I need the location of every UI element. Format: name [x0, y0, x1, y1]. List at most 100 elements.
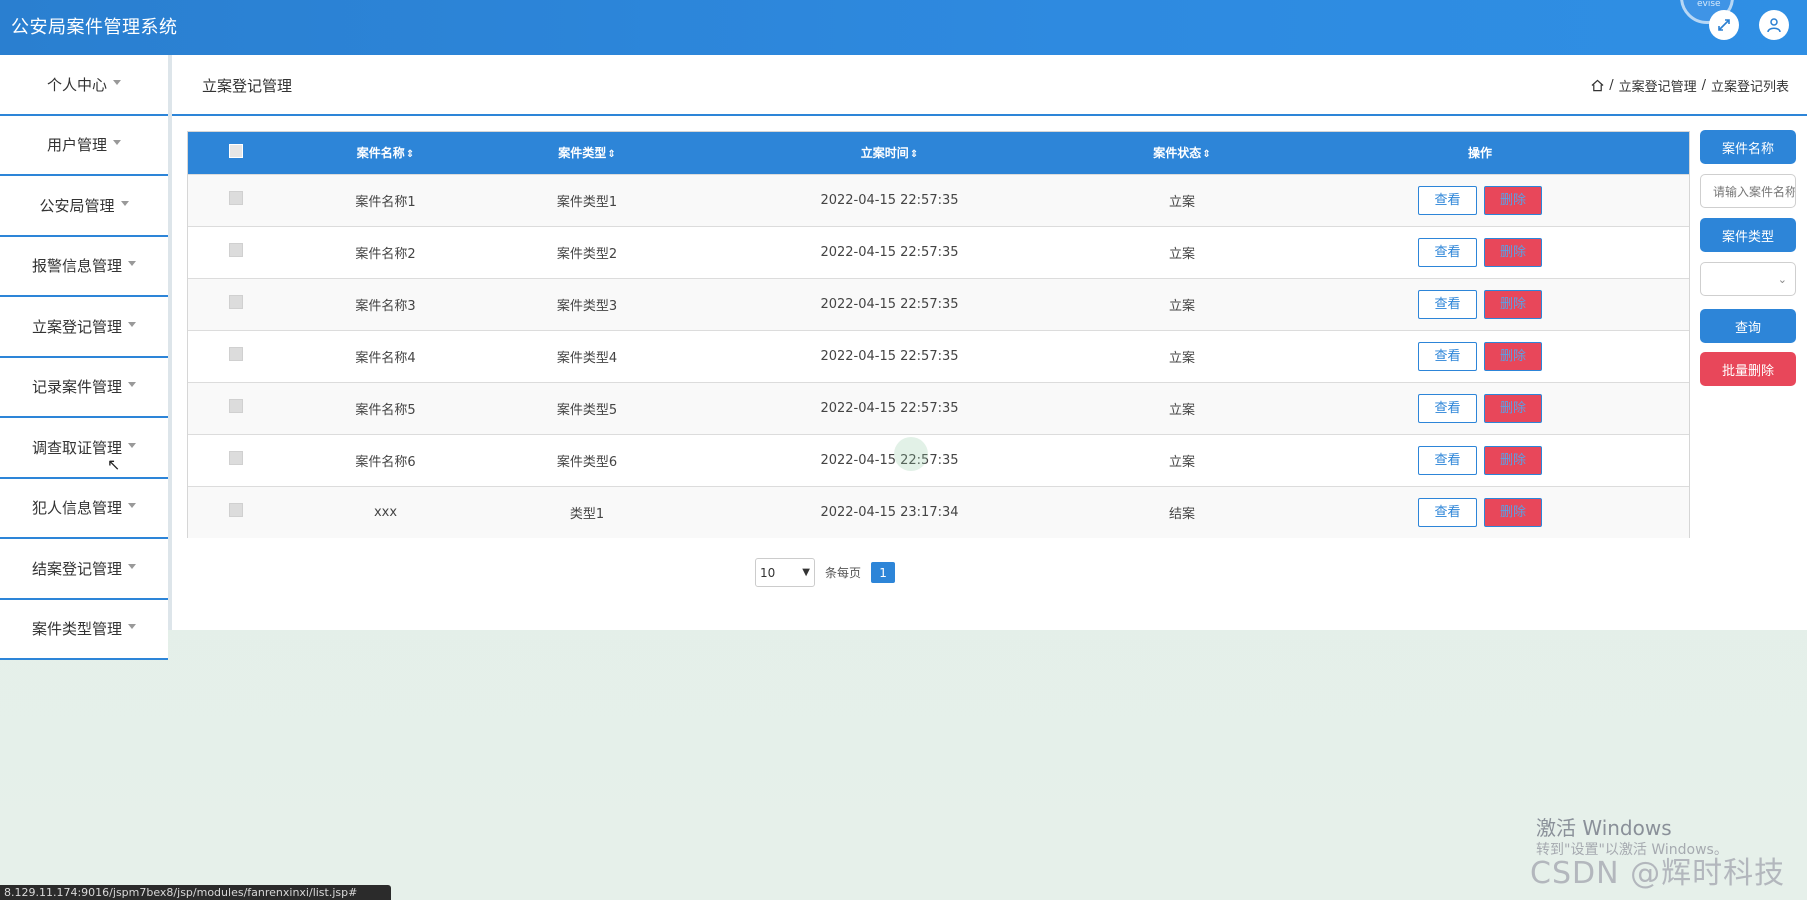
row-checkbox[interactable]: [228, 399, 243, 413]
sort-icon[interactable]: ⇕: [1202, 149, 1210, 160]
table-row: 案件名称6 案件类型6 2022-04-15 22:57:35 立案 查看 删除: [188, 434, 1689, 486]
view-button[interactable]: 查看: [1418, 341, 1477, 371]
sort-icon[interactable]: ⇕: [910, 149, 918, 160]
header-case-time[interactable]: 立案时间⇕: [686, 132, 1093, 174]
header-case-status[interactable]: 案件状态⇕: [1093, 132, 1271, 174]
header-actions: 操作: [1467, 146, 1492, 161]
sidebar-item-label: 报警信息管理: [31, 257, 122, 276]
main-panel: 立案登记管理 / 立案登记管理 / 立案登记列表 案件名称⇕ 案件类型⇕ 立案时…: [172, 55, 1807, 630]
row-checkbox[interactable]: [228, 243, 243, 257]
view-button[interactable]: 查看: [1418, 237, 1477, 267]
cell-case-name: xxx: [373, 504, 398, 520]
table-row: 案件名称4 案件类型4 2022-04-15 22:57:35 立案 查看 删除: [188, 330, 1689, 382]
cell-case-type: 案件类型2: [556, 246, 618, 262]
windows-activation-title: 激活 Windows: [1536, 816, 1672, 840]
delete-button[interactable]: 删除: [1484, 445, 1542, 475]
user-icon[interactable]: [1759, 10, 1789, 40]
page-title: 立案登记管理: [202, 77, 293, 95]
sidebar-item-case-record-management[interactable]: 记录案件管理: [0, 358, 168, 418]
header-select-all[interactable]: [188, 132, 283, 174]
sidebar-item-case-type-management[interactable]: 案件类型管理: [0, 600, 168, 660]
delete-button[interactable]: 删除: [1484, 341, 1542, 371]
table-row: 案件名称2 案件类型2 2022-04-15 22:57:35 立案 查看 删除: [188, 226, 1689, 278]
caret-down-icon: [128, 321, 136, 327]
chevron-down-icon: ⌄: [1777, 273, 1787, 286]
cell-actions: 查看 删除: [1271, 278, 1689, 330]
case-type-label: 案件类型: [1700, 218, 1796, 252]
case-table: 案件名称⇕ 案件类型⇕ 立案时间⇕ 案件状态⇕ 操作 案件名称1 案件类型1 2…: [187, 131, 1690, 538]
header-label: 案件名称: [356, 146, 405, 161]
delete-button[interactable]: 删除: [1484, 289, 1542, 319]
cell-case-time: 2022-04-15 22:57:35: [820, 452, 959, 468]
sidebar-item-criminal-info-management[interactable]: 犯人信息管理: [0, 479, 168, 539]
breadcrumb-item[interactable]: 立案登记管理: [1619, 76, 1697, 95]
sidebar-item-alarm-info-management[interactable]: 报警信息管理: [0, 237, 168, 297]
delete-button[interactable]: 删除: [1484, 185, 1542, 215]
row-checkbox[interactable]: [228, 451, 243, 465]
cell-case-type: 案件类型3: [556, 298, 618, 314]
case-name-input[interactable]: 请输入案件名称: [1700, 174, 1796, 208]
sidebar-item-label: 公安局管理: [39, 196, 115, 215]
search-panel: 案件名称 请输入案件名称 案件类型 ⌄ 查询 批量删除: [1700, 130, 1796, 386]
cell-actions: 查看 删除: [1271, 226, 1689, 278]
header-case-name[interactable]: 案件名称⇕: [283, 132, 488, 174]
sidebar-item-case-closure-management[interactable]: 结案登记管理: [0, 539, 168, 600]
view-button[interactable]: 查看: [1418, 289, 1477, 319]
table-header-row: 案件名称⇕ 案件类型⇕ 立案时间⇕ 案件状态⇕ 操作: [188, 132, 1689, 174]
query-button[interactable]: 查询: [1700, 309, 1796, 343]
table-row: xxx 类型1 2022-04-15 23:17:34 结案 查看 删除: [188, 486, 1689, 538]
cell-case-status: 立案: [1168, 194, 1195, 210]
page-size-value: 10: [760, 565, 776, 580]
view-button[interactable]: 查看: [1418, 445, 1477, 475]
breadcrumb-item-current: 立案登记列表: [1710, 80, 1789, 95]
row-checkbox[interactable]: [228, 503, 243, 518]
view-button[interactable]: 查看: [1418, 497, 1477, 527]
cell-case-type: 案件类型6: [556, 454, 618, 470]
status-bar-url: 8.129.11.174:9016/jspm7bex8/jsp/modules/…: [0, 885, 391, 900]
row-checkbox[interactable]: [228, 191, 243, 205]
sidebar-item-label: 结案登记管理: [31, 559, 122, 578]
delete-button[interactable]: 删除: [1484, 393, 1542, 423]
sidebar-item-personal-center[interactable]: 个人中心: [0, 55, 168, 116]
row-checkbox[interactable]: [228, 295, 243, 309]
sidebar-item-case-registration-management[interactable]: 立案登记管理: [0, 297, 168, 358]
sidebar-item-police-bureau-management[interactable]: 公安局管理: [0, 176, 168, 237]
case-type-select[interactable]: ⌄: [1700, 262, 1796, 296]
cell-case-time: 2022-04-15 22:57:35: [820, 244, 959, 260]
main-header: 立案登记管理 / 立案登记管理 / 立案登记列表: [172, 55, 1807, 116]
view-button[interactable]: 查看: [1418, 393, 1477, 423]
cell-case-type: 案件类型1: [556, 194, 618, 210]
cell-case-status: 立案: [1168, 298, 1195, 314]
header-label: 立案时间: [860, 146, 909, 161]
cell-actions: 查看 删除: [1271, 174, 1689, 226]
sidebar-item-investigation-management[interactable]: 调查取证管理: [0, 418, 168, 479]
page-size-select[interactable]: 10 ▼: [755, 558, 815, 587]
sidebar-item-user-management[interactable]: 用户管理: [0, 116, 168, 176]
assistant-bubble-text: evise: [1697, 0, 1721, 9]
batch-delete-button[interactable]: 批量删除: [1700, 352, 1796, 386]
sidebar-item-label: 立案登记管理: [31, 317, 122, 336]
select-all-checkbox[interactable]: [228, 144, 243, 159]
row-checkbox[interactable]: [228, 347, 243, 361]
home-icon[interactable]: [1591, 79, 1604, 92]
page-number-current[interactable]: 1: [871, 562, 896, 583]
caret-down-icon: [128, 624, 136, 630]
sort-icon[interactable]: ⇕: [406, 149, 414, 160]
cell-case-name: 案件名称3: [355, 298, 416, 314]
cell-case-type: 类型1: [569, 506, 605, 522]
header-label: 案件状态: [1153, 146, 1202, 161]
cell-case-name: 案件名称2: [355, 246, 416, 262]
table-row: 案件名称5 案件类型5 2022-04-15 22:57:35 立案 查看 删除: [188, 382, 1689, 434]
delete-button[interactable]: 删除: [1484, 237, 1542, 267]
cell-case-status: 立案: [1168, 402, 1195, 418]
cell-case-status: 立案: [1168, 350, 1195, 366]
cell-case-time: 2022-04-15 22:57:35: [820, 296, 959, 312]
cell-actions: 查看 删除: [1271, 330, 1689, 382]
sort-icon[interactable]: ⇕: [607, 149, 615, 160]
header-case-type[interactable]: 案件类型⇕: [488, 132, 686, 174]
cell-actions: 查看 删除: [1271, 434, 1689, 486]
delete-button[interactable]: 删除: [1484, 497, 1542, 527]
view-button[interactable]: 查看: [1418, 185, 1477, 215]
expand-icon[interactable]: [1709, 10, 1739, 40]
cell-case-status: 立案: [1168, 246, 1195, 262]
